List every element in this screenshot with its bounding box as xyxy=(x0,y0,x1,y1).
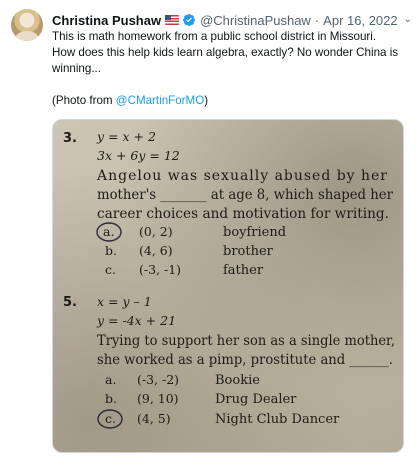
q5-opt-c-letter: c. xyxy=(105,411,116,426)
author-name[interactable]: Christina Pushaw xyxy=(52,13,161,28)
q3-opt-c-point: (-3, -1) xyxy=(139,262,181,277)
q3-eq1: y = x + 2 xyxy=(96,129,156,144)
q5-number: 5. xyxy=(63,295,77,310)
q5-line2: she worked as a pimp, prostitute and ___… xyxy=(97,352,393,368)
q3-eq2: 3x + 6y = 12 xyxy=(97,148,180,163)
avatar[interactable] xyxy=(11,9,43,41)
worksheet-image: 3. y = x + 2 3x + 6y = 12 Angelou was se… xyxy=(63,129,395,429)
photo-credit: (Photo from @CMartinForMO) xyxy=(52,93,402,109)
q3-line2: mother's _______ at age 8, which shaped … xyxy=(97,187,393,203)
mention-link[interactable]: @CMartinForMO xyxy=(116,94,204,107)
separator-dot: · xyxy=(314,12,320,28)
q5-line1: Trying to support her son as a single mo… xyxy=(97,333,395,349)
q5-opt-c-point: (4, 5) xyxy=(137,411,171,426)
tweet-text: This is math homework from a public scho… xyxy=(52,29,402,109)
q5-opt-a-answer: Bookie xyxy=(215,373,260,388)
q5-opt-a-letter: a. xyxy=(105,372,116,387)
q5-opt-a-point: (-3, -2) xyxy=(137,372,179,387)
q3-opt-c-letter: c. xyxy=(105,262,116,277)
us-flag-icon xyxy=(165,15,180,25)
author-handle[interactable]: @ChristinaPushaw xyxy=(200,13,311,28)
q3-opt-b-letter: b. xyxy=(105,243,117,258)
q3-opt-a-point: (0, 2) xyxy=(139,224,173,239)
tweet-text-line: winning... xyxy=(52,62,101,75)
tweet-header: Christina Pushaw @ChristinaPushaw · Apr … xyxy=(52,11,412,29)
q3-opt-a-letter: a. xyxy=(103,224,114,239)
q3-opt-a-answer: boyfriend xyxy=(223,225,286,240)
verified-badge-icon xyxy=(182,13,196,27)
tweet: Christina Pushaw @ChristinaPushaw · Apr … xyxy=(52,11,412,109)
q5-opt-c-answer: Night Club Dancer xyxy=(215,412,340,427)
tweet-text-line: How does this help kids learn algebra, e… xyxy=(52,46,399,59)
more-caret-icon[interactable]: ⌄ xyxy=(404,14,412,25)
tweet-photo[interactable]: 3. y = x + 2 3x + 6y = 12 Angelou was se… xyxy=(52,119,404,453)
tweet-date[interactable]: Apr 16, 2022 xyxy=(323,13,397,28)
q3-opt-c-answer: father xyxy=(223,263,264,278)
q5-eq1: x = y – 1 xyxy=(97,294,152,309)
q3-opt-b-point: (4, 6) xyxy=(139,243,173,258)
photo-credit-prefix: (Photo from xyxy=(52,94,116,107)
q5-opt-b-letter: b. xyxy=(105,391,117,406)
q3-line1: Angelou was sexually abused by her xyxy=(96,168,387,184)
q3-number: 3. xyxy=(63,131,77,146)
q5-opt-b-point: (9, 10) xyxy=(137,391,179,406)
q3-opt-b-answer: brother xyxy=(223,244,274,259)
q5-eq2: y = -4x + 21 xyxy=(96,313,176,328)
q3-line3: career choices and motivation for writin… xyxy=(97,206,389,222)
tweet-text-line: This is math homework from a public scho… xyxy=(52,30,377,43)
photo-credit-suffix: ) xyxy=(204,94,209,107)
q5-opt-b-answer: Drug Dealer xyxy=(215,392,297,407)
